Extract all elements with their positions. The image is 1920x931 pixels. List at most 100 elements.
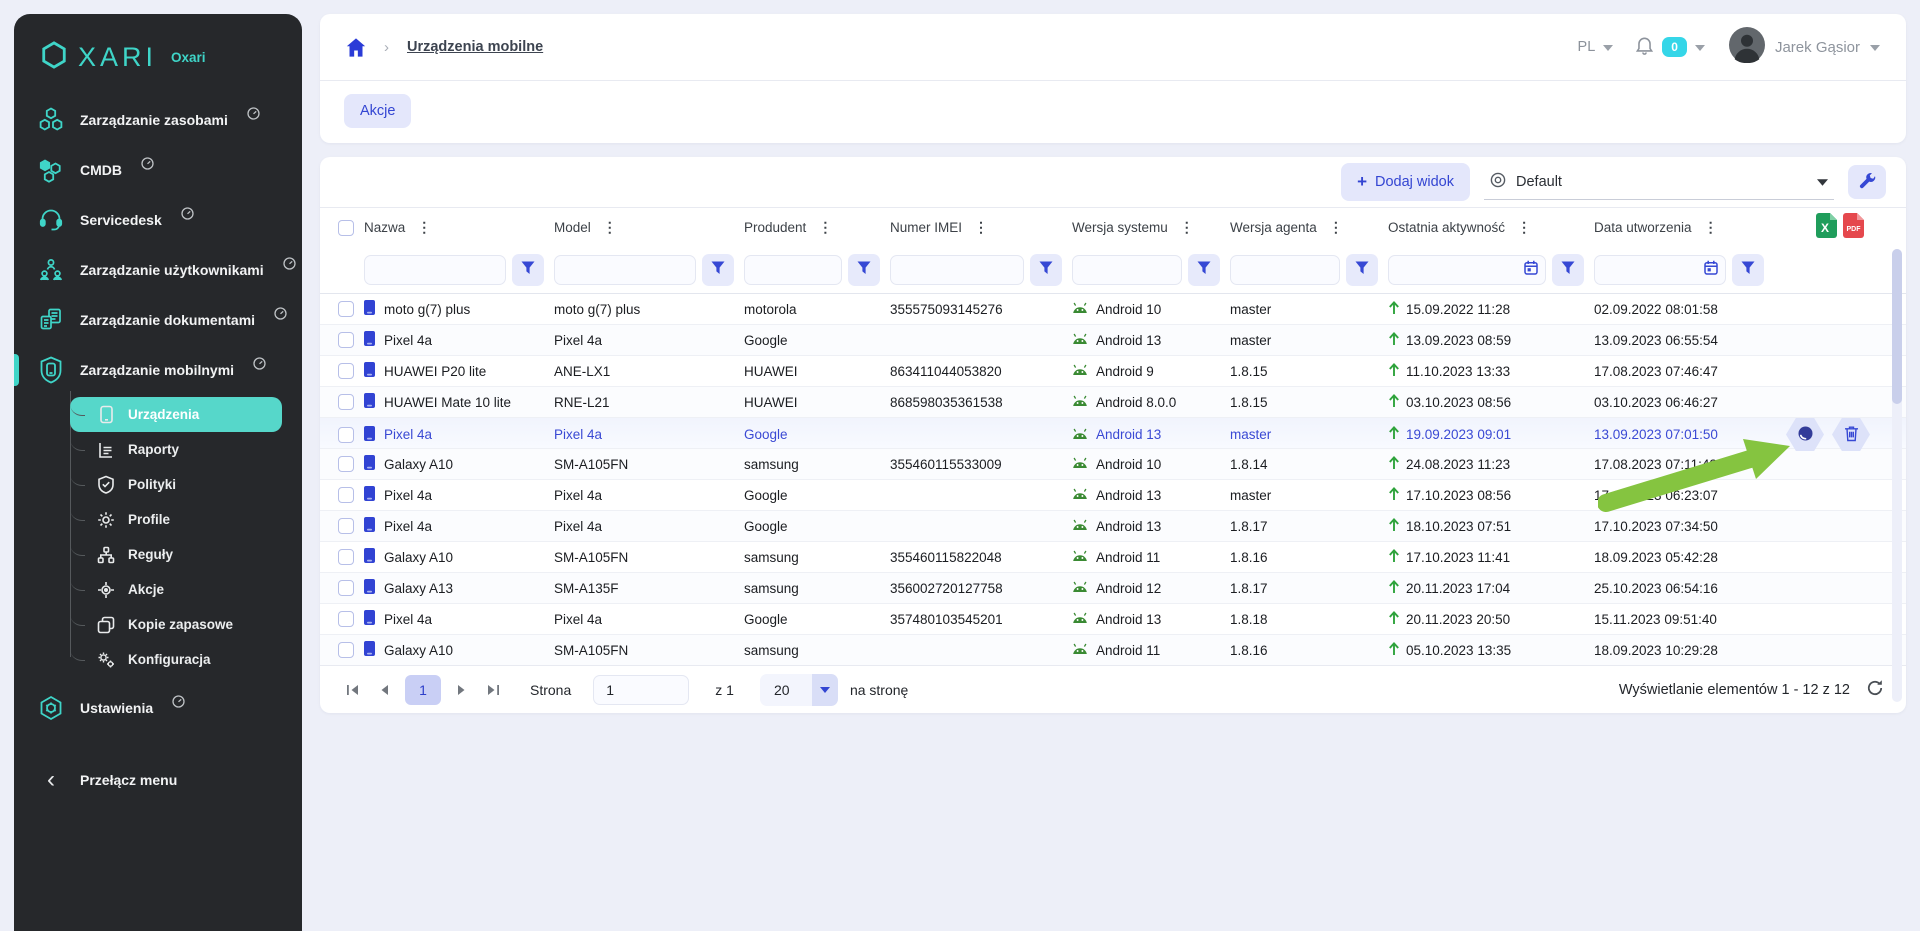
page-input[interactable] (593, 675, 689, 705)
home-icon[interactable] (346, 38, 366, 57)
select-all-checkbox[interactable] (338, 220, 354, 236)
row-checkbox[interactable] (338, 427, 354, 443)
phone-icon (96, 405, 116, 424)
breadcrumb-link[interactable]: Urządzenia mobilne (407, 39, 543, 55)
filter-input-wersja-systemu[interactable] (1072, 255, 1182, 285)
column-menu-icon[interactable]: ⋮ (816, 219, 834, 236)
table-row[interactable]: Pixel 4a Pixel 4a Google Android 13 mast… (320, 324, 1906, 355)
sidebar-item-zarz-dzanie-u-ytkownikami[interactable]: Zarządzanie użytkownikami (28, 245, 288, 295)
sidebar-item-zarz-dzanie-zasobami[interactable]: Zarządzanie zasobami (28, 95, 288, 145)
refresh-icon[interactable] (1866, 679, 1884, 701)
table-scrollbar[interactable] (1892, 249, 1902, 702)
filter-input-data-utworzenia[interactable] (1594, 255, 1726, 285)
last-page-button[interactable] (483, 680, 504, 700)
gauge-icon (283, 257, 296, 275)
table-row[interactable]: Pixel 4a Pixel 4a Google 357480103545201… (320, 603, 1906, 634)
sidebar-subitem-kopie-zapasowe[interactable]: Kopie zapasowe (70, 607, 282, 642)
sidebar-subitem-polityki[interactable]: Polityki (70, 467, 282, 502)
filter-input-numer-imei[interactable] (890, 255, 1024, 285)
column-menu-icon[interactable]: ⋮ (601, 219, 619, 236)
column-menu-icon[interactable]: ⋮ (1515, 219, 1533, 236)
column-menu-icon[interactable]: ⋮ (972, 219, 990, 236)
filter-button-wersja-systemu[interactable] (1188, 254, 1220, 286)
filter-input-wersja-agenta[interactable] (1230, 255, 1340, 285)
filter-button-numer-imei[interactable] (1030, 254, 1062, 286)
sidebar-item-zarz-dzanie-dokumentami[interactable]: Zarządzanie dokumentami (28, 295, 288, 345)
filter-input-ostatnia-aktywno[interactable] (1388, 255, 1546, 285)
calendar-icon[interactable] (1524, 260, 1538, 280)
cell-imei: 357480103545201 (890, 612, 1072, 627)
notifications[interactable]: 0 (1635, 35, 1705, 60)
table-row[interactable]: Galaxy A10 SM-A105FN samsung Android 11 … (320, 634, 1906, 665)
view-select[interactable]: Default (1484, 165, 1834, 200)
row-checkbox[interactable] (338, 456, 354, 472)
sidebar-subitem-urz-dzenia[interactable]: Urządzenia (70, 397, 282, 432)
filter-button-produdent[interactable] (848, 254, 880, 286)
cell-created: 17.10.2023 06:23:07 (1594, 488, 1774, 503)
sidebar-item-ustawienia[interactable]: Ustawienia (28, 683, 288, 733)
current-page-button[interactable]: 1 (405, 675, 441, 705)
filter-input-model[interactable] (554, 255, 696, 285)
cell-model: Pixel 4a (554, 427, 744, 442)
sidebar-item-zarz-dzanie-mobilnymi[interactable]: Zarządzanie mobilnymi (28, 345, 288, 395)
sidebar-subitem-profile[interactable]: Profile (70, 502, 282, 537)
sidebar-item-servicedesk[interactable]: Servicedesk (28, 195, 288, 245)
previous-page-button[interactable] (375, 680, 393, 700)
row-checkbox[interactable] (338, 363, 354, 379)
filter-input-produdent[interactable] (744, 255, 842, 285)
first-page-button[interactable] (342, 680, 363, 700)
next-page-button[interactable] (453, 680, 471, 700)
table-row[interactable]: Galaxy A13 SM-A135F samsung 356002720127… (320, 572, 1906, 603)
sidebar-toggle[interactable]: ‹ Przełącz menu (28, 755, 288, 805)
sidebar-subitem-konfiguracja[interactable]: Konfiguracja (70, 642, 282, 677)
table-row[interactable]: Pixel 4a Pixel 4a Google Android 13 mast… (320, 479, 1906, 510)
row-checkbox[interactable] (338, 487, 354, 503)
column-menu-icon[interactable]: ⋮ (1178, 219, 1196, 236)
filter-button-data-utworzenia[interactable] (1732, 254, 1764, 286)
export-pdf-icon[interactable]: PDF (1843, 213, 1864, 243)
table-row[interactable]: Pixel 4a Pixel 4a Google Android 13 1.8.… (320, 510, 1906, 541)
actions-button[interactable]: Akcje (344, 94, 411, 128)
chevron-down-icon (812, 674, 838, 706)
table-row[interactable]: moto g(7) plus moto g(7) plus motorola 3… (320, 293, 1906, 324)
language-selector[interactable]: PL (1578, 39, 1614, 55)
filter-button-ostatnia-aktywno[interactable] (1552, 254, 1584, 286)
scrollbar-thumb[interactable] (1892, 249, 1902, 404)
delete-device-button[interactable] (1832, 418, 1870, 451)
row-checkbox[interactable] (338, 301, 354, 317)
arrow-up-icon (1388, 580, 1400, 597)
column-menu-icon[interactable]: ⋮ (1327, 219, 1345, 236)
table-row[interactable]: HUAWEI P20 lite ANE-LX1 HUAWEI 863411044… (320, 355, 1906, 386)
cell-producer: samsung (744, 581, 890, 596)
sidebar-subitem-raporty[interactable]: Raporty (70, 432, 282, 467)
row-checkbox[interactable] (338, 549, 354, 565)
table-settings-button[interactable] (1848, 165, 1886, 199)
row-checkbox[interactable] (338, 611, 354, 627)
table-row[interactable]: Pixel 4a Pixel 4a Google Android 13 mast… (320, 417, 1906, 448)
export-excel-icon[interactable]: X (1816, 213, 1837, 243)
filter-input-nazwa[interactable] (364, 255, 506, 285)
filter-button-wersja-agenta[interactable] (1346, 254, 1378, 286)
row-checkbox[interactable] (338, 580, 354, 596)
view-device-button[interactable] (1786, 418, 1824, 451)
sidebar-subitem-akcje[interactable]: Akcje (70, 572, 282, 607)
user-menu[interactable]: Jarek Gąsior (1729, 27, 1880, 68)
filter-button-model[interactable] (702, 254, 734, 286)
row-checkbox[interactable] (338, 394, 354, 410)
column-menu-icon[interactable]: ⋮ (1702, 219, 1720, 236)
add-view-button[interactable]: + Dodaj widok (1341, 163, 1470, 201)
column-menu-icon[interactable]: ⋮ (415, 219, 433, 236)
table-row[interactable]: HUAWEI Mate 10 lite RNE-L21 HUAWEI 86859… (320, 386, 1906, 417)
cell-name: Pixel 4a (364, 610, 554, 628)
logo[interactable]: XARI Oxari (28, 14, 288, 95)
row-checkbox[interactable] (338, 332, 354, 348)
table-row[interactable]: Galaxy A10 SM-A105FN samsung 35546011553… (320, 448, 1906, 479)
page-size-select[interactable]: 20 (760, 674, 838, 706)
sidebar-item-cmdb[interactable]: CMDB (28, 145, 288, 195)
calendar-icon[interactable] (1704, 260, 1718, 280)
row-checkbox[interactable] (338, 642, 354, 658)
table-row[interactable]: Galaxy A10 SM-A105FN samsung 35546011582… (320, 541, 1906, 572)
sidebar-subitem-regu-y[interactable]: Reguły (70, 537, 282, 572)
row-checkbox[interactable] (338, 518, 354, 534)
filter-button-nazwa[interactable] (512, 254, 544, 286)
